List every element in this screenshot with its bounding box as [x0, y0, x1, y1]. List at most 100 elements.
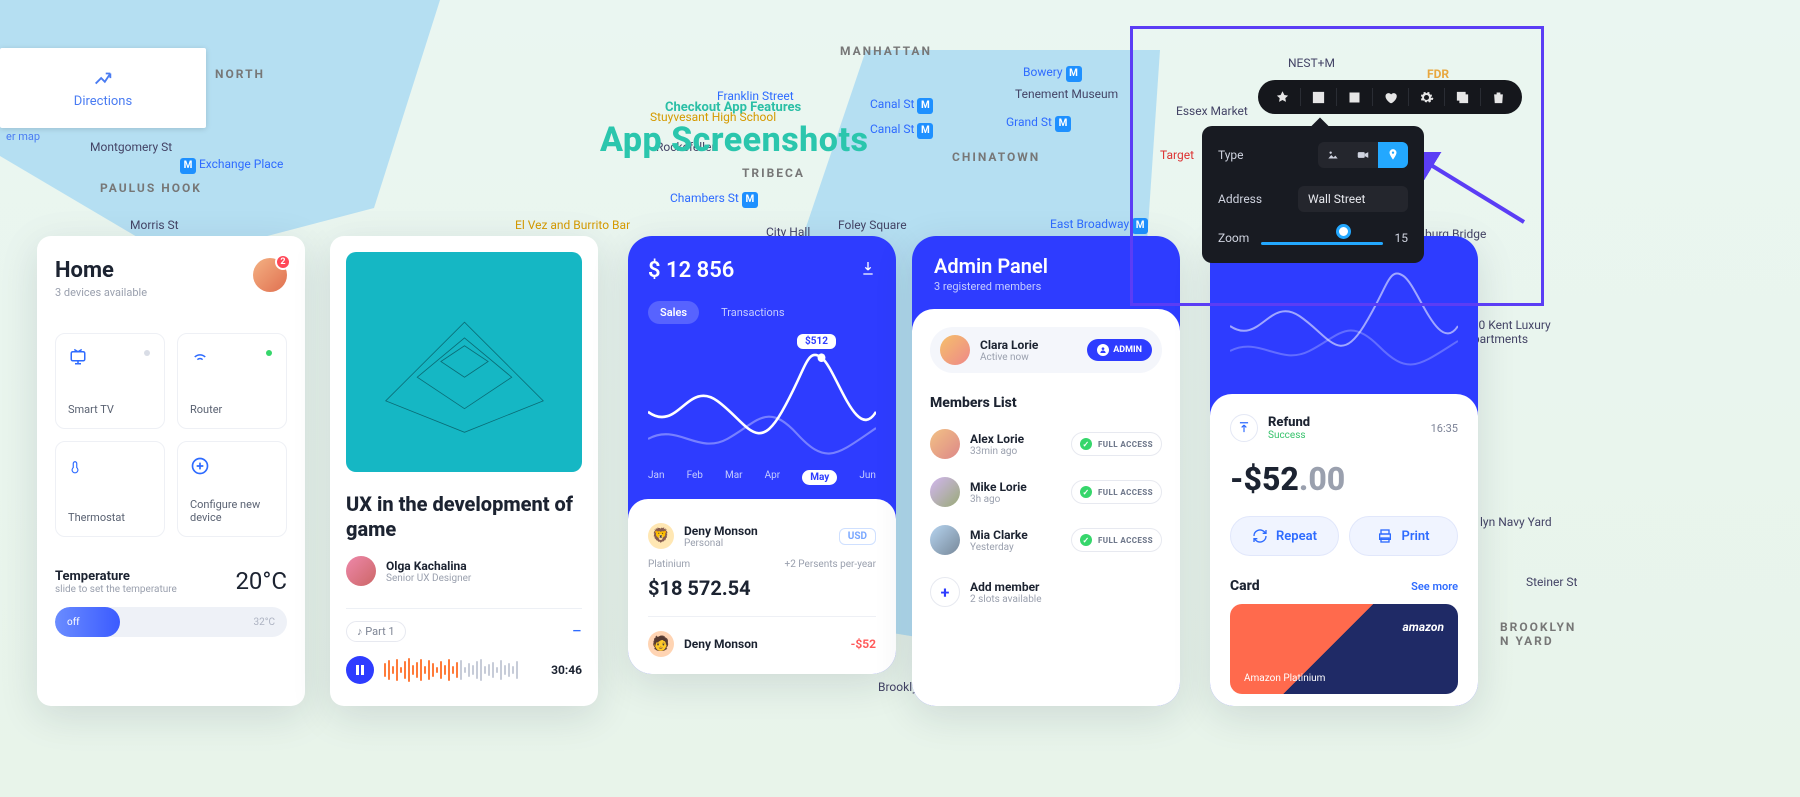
- current-user[interactable]: Clara Lorie Active now ADMIN: [930, 327, 1162, 373]
- author-name: Olga Kachalina: [386, 559, 471, 573]
- peak-label: $512: [797, 334, 836, 349]
- avatar: [930, 525, 960, 555]
- access-badge: ✓FULL ACCESS: [1071, 528, 1162, 552]
- section-subtitle: Checkout App Features: [665, 100, 801, 115]
- print-button[interactable]: Print: [1349, 516, 1458, 556]
- copy-icon[interactable]: [1444, 80, 1480, 114]
- temperature-hint: slide to set the temperature: [55, 584, 177, 595]
- trash-icon[interactable]: [1480, 80, 1516, 114]
- access-badge: ✓FULL ACCESS: [1071, 480, 1162, 504]
- directions-icon: [92, 68, 114, 90]
- month[interactable]: Jun: [859, 470, 876, 485]
- type-image[interactable]: [1318, 142, 1348, 168]
- card-finance: $ 12 856 Sales Transactions $512 Jan Feb M…: [628, 236, 896, 674]
- type-map[interactable]: [1378, 142, 1408, 168]
- refund-amount: -$52.00: [1230, 460, 1458, 498]
- thermometer-icon: [68, 462, 82, 483]
- avatar: [346, 556, 376, 586]
- admin-title: Admin Panel: [912, 254, 1180, 278]
- member-ts: 3h ago: [970, 494, 1027, 505]
- currency-badge[interactable]: USD: [839, 528, 876, 545]
- month[interactable]: Jan: [648, 470, 664, 485]
- month[interactable]: May: [802, 470, 837, 485]
- avatar: [930, 477, 960, 507]
- tile-thermostat[interactable]: Thermostat: [55, 441, 165, 537]
- add-member[interactable]: + Add member 2 slots available: [930, 577, 1162, 607]
- tile-label: Configure new device: [190, 498, 270, 524]
- tv-icon: [68, 350, 88, 371]
- style-icon[interactable]: [1264, 80, 1300, 114]
- directions-label: Directions: [74, 94, 132, 109]
- tile-router[interactable]: Router: [177, 333, 287, 429]
- month[interactable]: Apr: [765, 470, 781, 485]
- line-chart: $512: [648, 336, 876, 466]
- zoom-label: Zoom: [1218, 231, 1249, 245]
- home-subtitle: 3 devices available: [55, 286, 287, 299]
- frame-icon[interactable]: [1336, 80, 1372, 114]
- larger-map-link[interactable]: er map: [6, 130, 40, 143]
- member-name: Mia Clarke: [970, 528, 1028, 542]
- refund-time: 16:35: [1431, 422, 1458, 435]
- person-role: Personal: [684, 538, 758, 549]
- tile-label: Thermostat: [68, 511, 125, 524]
- address-input[interactable]: Wall Street: [1298, 186, 1408, 212]
- user-name: Clara Lorie: [980, 338, 1038, 352]
- month[interactable]: Mar: [725, 470, 743, 485]
- tab-sales[interactable]: Sales: [648, 301, 699, 324]
- balance: $ 12 856: [648, 258, 876, 283]
- waveform[interactable]: [384, 657, 541, 683]
- card-admin: Admin Panel 3 registered members Clara L…: [912, 236, 1180, 706]
- member-row[interactable]: Mike Lorie3h ago✓FULL ACCESS: [930, 477, 1162, 507]
- author-role: Senior UX Designer: [386, 573, 471, 584]
- directions-card[interactable]: Directions: [0, 48, 206, 128]
- plan-note: +2 Persents per-year: [785, 559, 876, 570]
- card-refund: Refund Success 16:35 -$52.00 Repeat Prin…: [1210, 236, 1478, 706]
- see-more-link[interactable]: See more: [1411, 580, 1458, 593]
- gear-icon[interactable]: [1408, 80, 1444, 114]
- member-ts: Yesterday: [970, 542, 1028, 553]
- notif-badge: 2: [275, 254, 291, 270]
- person-name: Deny Monson: [684, 524, 758, 538]
- block-toolbar: [1258, 80, 1522, 114]
- member-row[interactable]: Alex Lorie33min ago✓FULL ACCESS: [930, 429, 1162, 459]
- avatar[interactable]: 2: [253, 258, 287, 292]
- background-icon[interactable]: [1300, 80, 1336, 114]
- avatar: 🧑: [648, 631, 674, 657]
- card-section-label: Card: [1230, 578, 1260, 594]
- heart-icon[interactable]: [1372, 80, 1408, 114]
- cover-art: [346, 252, 582, 472]
- status-dot: [144, 350, 150, 356]
- month[interactable]: Feb: [687, 470, 703, 485]
- zoom-slider[interactable]: [1261, 230, 1382, 245]
- plus-icon: +: [930, 577, 960, 607]
- type-toggle: [1318, 142, 1408, 168]
- payment-card[interactable]: amazon Amazon Platinium: [1230, 604, 1458, 694]
- member-row[interactable]: Mia ClarkeYesterday ✓FULL ACCESS: [930, 525, 1162, 555]
- ux-title: UX in the development of game: [346, 492, 582, 542]
- track-part[interactable]: ♪ Part 1: [346, 621, 406, 642]
- download-icon[interactable]: [860, 260, 876, 280]
- pause-button[interactable]: [346, 656, 374, 684]
- card-home: Home 3 devices available 2 Smart TV Rout…: [37, 236, 305, 706]
- track-duration: 30:46: [551, 663, 582, 677]
- temperature-slider[interactable]: off 32°C: [55, 607, 287, 637]
- zoom-value: 15: [1395, 231, 1409, 245]
- tile-smart-tv[interactable]: Smart TV: [55, 333, 165, 429]
- collapse-icon[interactable]: −: [572, 621, 582, 642]
- avatar: 🦁: [648, 523, 674, 549]
- type-video[interactable]: [1348, 142, 1378, 168]
- temperature-value: 20°C: [235, 567, 287, 595]
- members-title: Members List: [930, 395, 1162, 411]
- tile-add-device[interactable]: Configure new device: [177, 441, 287, 537]
- repeat-button[interactable]: Repeat: [1230, 516, 1339, 556]
- tab-transactions[interactable]: Transactions: [709, 301, 796, 324]
- card-brand: amazon: [1403, 620, 1444, 634]
- big-amount: $18 572.54: [648, 576, 876, 600]
- card-ux: UX in the development of game Olga Kacha…: [330, 236, 598, 706]
- wifi-icon: [190, 350, 210, 371]
- access-badge: ✓FULL ACCESS: [1071, 432, 1162, 456]
- refund-title: Refund: [1268, 415, 1310, 430]
- add-note: 2 slots available: [970, 594, 1042, 605]
- refund-status: Success: [1268, 430, 1310, 441]
- plan-label: Platinium: [648, 559, 690, 570]
